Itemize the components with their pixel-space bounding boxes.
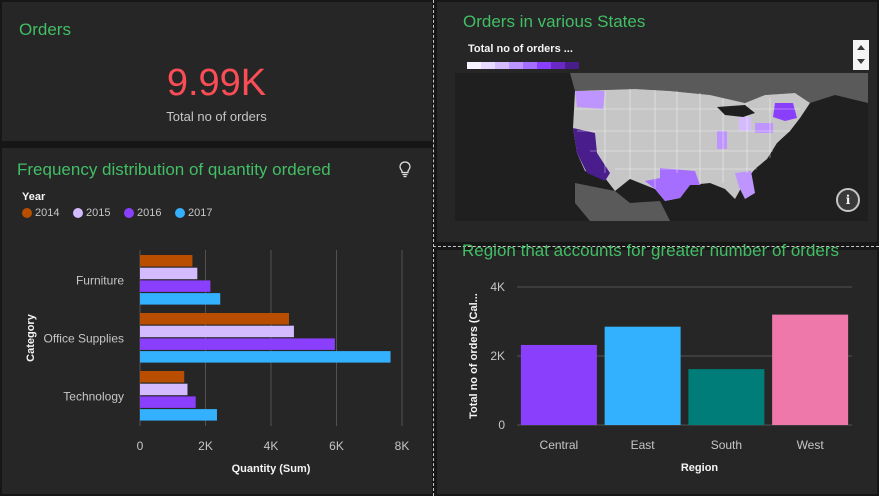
x-category-label: West	[797, 438, 825, 452]
map-scale-swatch	[509, 62, 523, 69]
kpi-title: Orders	[19, 20, 71, 39]
frequency-bar-chart: 0 2K 4K 6K 8K Furniture Office Supplies Technol…	[25, 250, 410, 475]
bar-technology-2016	[140, 396, 196, 408]
map-color-scale	[467, 62, 579, 69]
bar-west	[772, 314, 849, 425]
bar-technology-2015	[140, 383, 188, 396]
scroll-up-icon[interactable]	[857, 45, 865, 50]
kpi-label: Total no of orders	[166, 109, 267, 124]
bar-south	[688, 369, 765, 425]
bar-central	[520, 344, 597, 425]
info-icon[interactable]: i	[836, 188, 860, 212]
legend-scrollbar[interactable]	[853, 40, 869, 70]
state-illinois	[717, 131, 727, 149]
y-category-label: Furniture	[76, 273, 124, 287]
x-axis-title: Quantity (Sum)	[232, 463, 311, 475]
x-tick-label: 4K	[264, 439, 279, 453]
legend-title: Year	[22, 191, 46, 203]
map-title: Orders in various States	[463, 12, 646, 31]
bar-technology-2014	[140, 371, 185, 383]
y-axis-title: Category	[25, 313, 37, 362]
lightbulb-icon[interactable]	[397, 160, 413, 178]
kpi-value: 9.99K	[166, 62, 267, 104]
scroll-down-icon[interactable]	[857, 59, 865, 64]
bar-office-supplies-2015	[140, 325, 294, 338]
y-category-label: Office Supplies	[44, 331, 125, 345]
x-tick-label: 2K	[198, 439, 213, 453]
x-axis-title: Region	[681, 462, 719, 474]
legend-swatch	[73, 208, 83, 218]
x-tick-label: 0	[137, 439, 144, 453]
region-chart-title: Region that accounts for greater number …	[462, 241, 840, 260]
map-scale-swatch	[565, 62, 579, 69]
bar-furniture-2015	[140, 267, 198, 280]
x-tick-label: 8K	[395, 439, 410, 453]
x-category-label: East	[631, 438, 656, 452]
map-legend-title: Total no of orders ...	[468, 43, 573, 55]
y-tick-label: 2K	[490, 349, 505, 363]
bar-office-supplies-2014	[140, 313, 290, 325]
us-states-map[interactable]	[455, 73, 868, 221]
legend-item-2016[interactable]: 2016	[124, 207, 161, 219]
legend-swatch	[22, 208, 32, 218]
vertical-divider	[433, 0, 434, 496]
y-tick-label: 0	[498, 418, 505, 432]
legend-swatch	[124, 208, 134, 218]
map-scale-swatch	[481, 62, 495, 69]
bar-furniture-2016	[140, 280, 211, 292]
bar-office-supplies-2016	[140, 338, 335, 350]
bar-technology-2017	[140, 409, 217, 421]
y-axis-title: Total no of orders (Cal...	[468, 293, 480, 419]
map-scale-swatch	[523, 62, 537, 69]
legend-item-2017[interactable]: 2017	[175, 207, 212, 219]
legend-swatch	[175, 208, 185, 218]
frequency-chart-title: Frequency distribution of quantity order…	[17, 160, 331, 179]
x-tick-label: 6K	[329, 439, 344, 453]
legend-item-2015[interactable]: 2015	[73, 207, 110, 219]
region-bar-chart: 0 2K 4K Central East South West Region Total no …	[468, 280, 852, 474]
bar-office-supplies-2017	[140, 351, 391, 363]
x-category-label: Central	[540, 438, 579, 452]
bar-furniture-2014	[140, 255, 193, 267]
x-category-label: South	[711, 438, 742, 452]
legend-label: 2017	[188, 207, 213, 219]
y-tick-label: 4K	[490, 280, 505, 294]
map-scale-swatch	[537, 62, 551, 69]
legend-item-2014[interactable]: 2014	[22, 207, 59, 219]
bar-furniture-2017	[140, 293, 221, 305]
map-scale-swatch	[467, 62, 481, 69]
y-category-label: Technology	[63, 389, 124, 403]
legend-label: 2014	[35, 207, 60, 219]
state-michigan	[739, 117, 751, 131]
legend-label: 2015	[86, 207, 111, 219]
legend-label: 2016	[137, 207, 162, 219]
bar-east	[604, 326, 681, 425]
map-scale-swatch	[495, 62, 509, 69]
state-washington	[575, 91, 605, 109]
map-scale-swatch	[551, 62, 565, 69]
